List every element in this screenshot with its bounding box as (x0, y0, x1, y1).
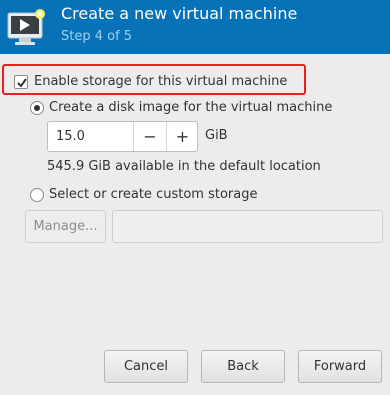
forward-button[interactable]: Forward (298, 350, 382, 383)
back-button[interactable]: Back (201, 350, 285, 383)
wizard-title: Create a new virtual machine (61, 4, 298, 23)
disk-size-spinbutton[interactable]: 15.0 − + (47, 121, 198, 152)
wizard-header: Create a new virtual machine Step 4 of 5 (0, 0, 390, 54)
wizard-step-indicator: Step 4 of 5 (61, 29, 133, 44)
custom-storage-radio[interactable] (30, 188, 44, 202)
manage-button[interactable]: Manage... (25, 210, 106, 243)
custom-storage-path-field[interactable] (112, 210, 383, 243)
cancel-button[interactable]: Cancel (104, 350, 188, 383)
disk-image-label[interactable]: Create a disk image for the virtual mach… (49, 100, 332, 115)
enable-storage-label[interactable]: Enable storage for this virtual machine (34, 74, 287, 89)
enable-storage-checkbox[interactable] (14, 75, 28, 89)
disk-image-radio[interactable] (30, 101, 44, 115)
available-space-text: 545.9 GiB available in the default locat… (47, 159, 321, 174)
virtual-machine-monitor-icon (6, 6, 48, 48)
disk-size-value[interactable]: 15.0 (56, 129, 85, 144)
checkmark-icon (17, 78, 27, 88)
radio-selected-dot (34, 105, 40, 111)
size-unit-label: GiB (205, 128, 228, 143)
decrease-size-button[interactable]: − (134, 122, 166, 151)
custom-storage-label[interactable]: Select or create custom storage (49, 187, 257, 202)
increase-size-button[interactable]: + (167, 122, 198, 151)
